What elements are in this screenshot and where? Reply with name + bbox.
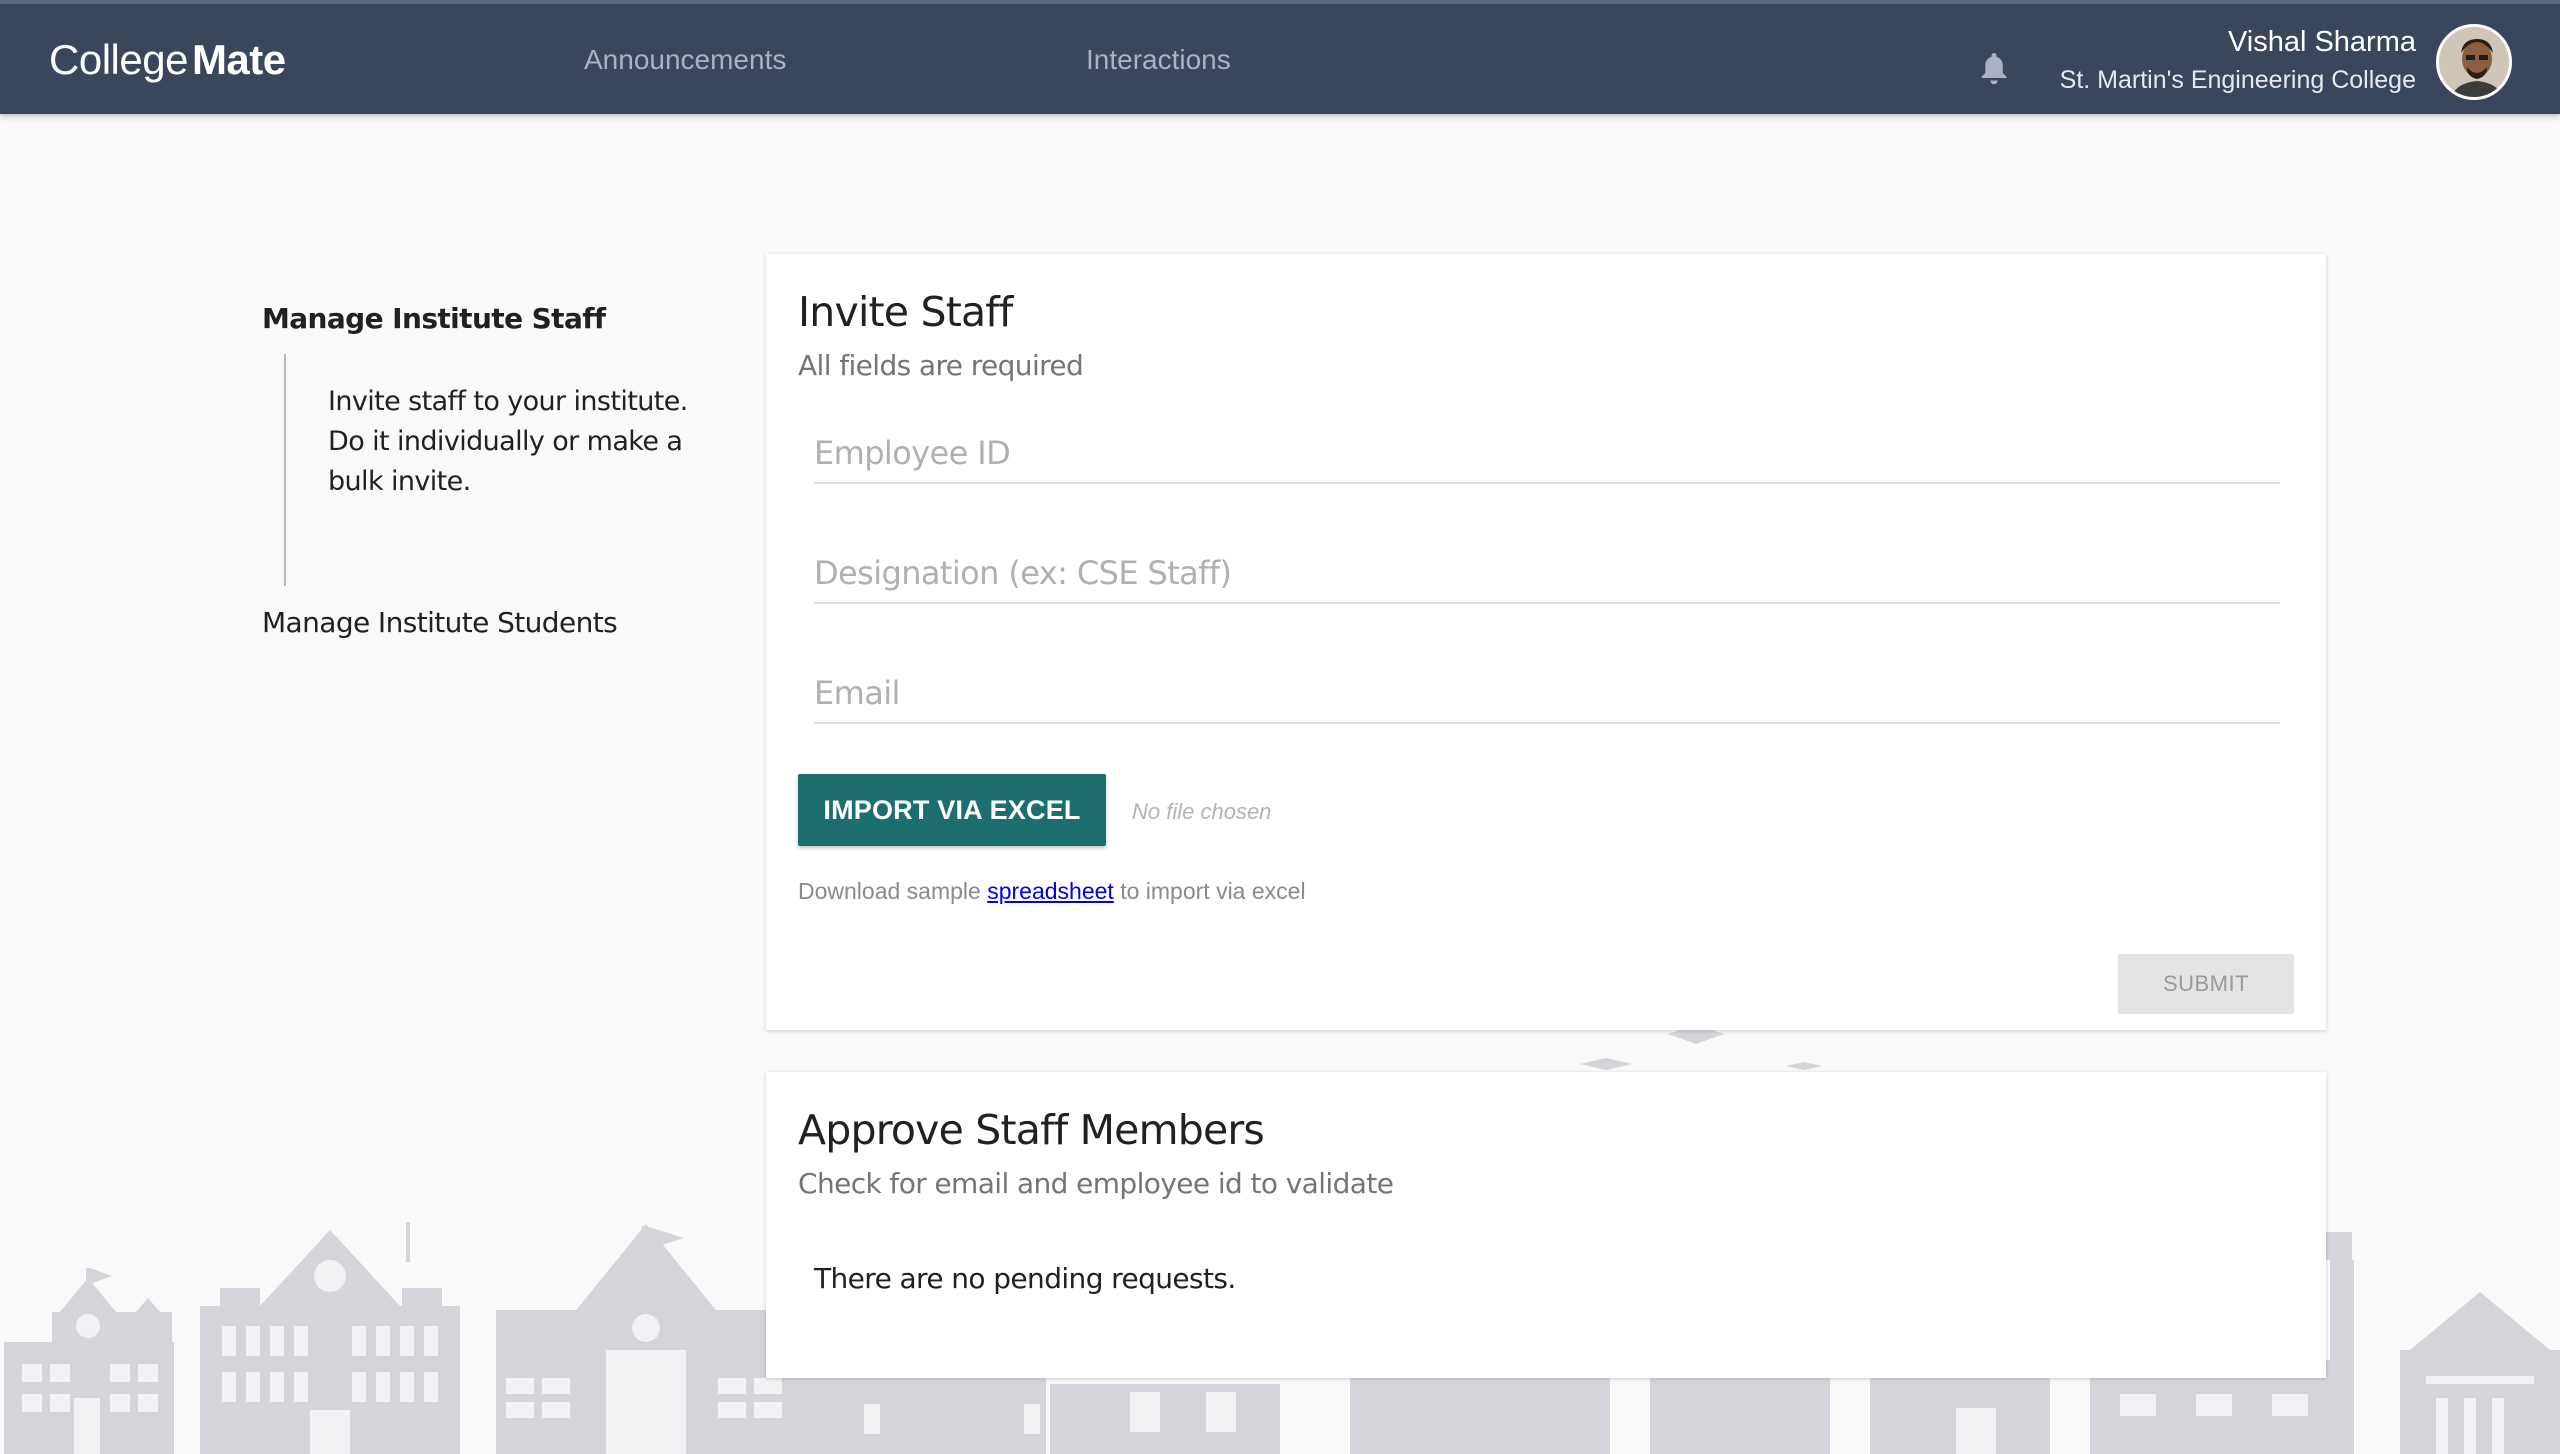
- email-field[interactable]: [814, 664, 2280, 724]
- invite-staff-card: Invite Staff All fields are required IMP…: [766, 254, 2326, 1030]
- user-name: Vishal Sharma: [2227, 26, 2416, 58]
- bell-icon[interactable]: [1979, 50, 2009, 86]
- approve-staff-subtitle: Check for email and employee id to valid…: [798, 1167, 1394, 1200]
- logo-text-light: College: [49, 36, 188, 83]
- invite-staff-subtitle: All fields are required: [798, 349, 1084, 382]
- employee-id-field[interactable]: [814, 424, 2280, 484]
- file-status-text: No file chosen: [1132, 799, 1272, 824]
- download-prefix: Download sample: [798, 878, 988, 904]
- download-suffix: to import via excel: [1113, 878, 1306, 904]
- spreadsheet-link[interactable]: spreadsheet: [987, 878, 1114, 904]
- sidebar-step-line: [284, 354, 286, 586]
- invite-staff-title: Invite Staff: [798, 288, 1013, 336]
- approve-staff-title: Approve Staff Members: [798, 1106, 1265, 1154]
- nav-announcements[interactable]: Announcements: [584, 44, 786, 76]
- import-via-excel-button[interactable]: IMPORT VIA EXCEL: [798, 774, 1106, 846]
- avatar-portrait-icon: [2439, 27, 2509, 97]
- top-navbar: CollegeMate Announcements Interactions V…: [0, 0, 2560, 114]
- no-pending-message: There are no pending requests.: [814, 1262, 1236, 1295]
- logo-text-bold: Mate: [191, 36, 286, 83]
- nav-interactions[interactable]: Interactions: [1086, 44, 1231, 76]
- approve-staff-card: Approve Staff Members Check for email an…: [766, 1072, 2326, 1378]
- app-logo[interactable]: CollegeMate: [49, 36, 286, 84]
- sidebar-item-manage-students[interactable]: Manage Institute Students: [262, 606, 618, 639]
- designation-field[interactable]: [814, 544, 2280, 604]
- sidebar-step-description: Invite staff to your institute. Do it in…: [328, 386, 688, 497]
- user-college: St. Martin's Engineering College: [2059, 66, 2416, 94]
- submit-button[interactable]: SUBMIT: [2118, 954, 2294, 1014]
- download-sample-text: Download sample spreadsheet to import vi…: [798, 878, 1306, 905]
- avatar[interactable]: [2436, 24, 2512, 100]
- sidebar-item-manage-staff[interactable]: Manage Institute Staff: [262, 302, 606, 335]
